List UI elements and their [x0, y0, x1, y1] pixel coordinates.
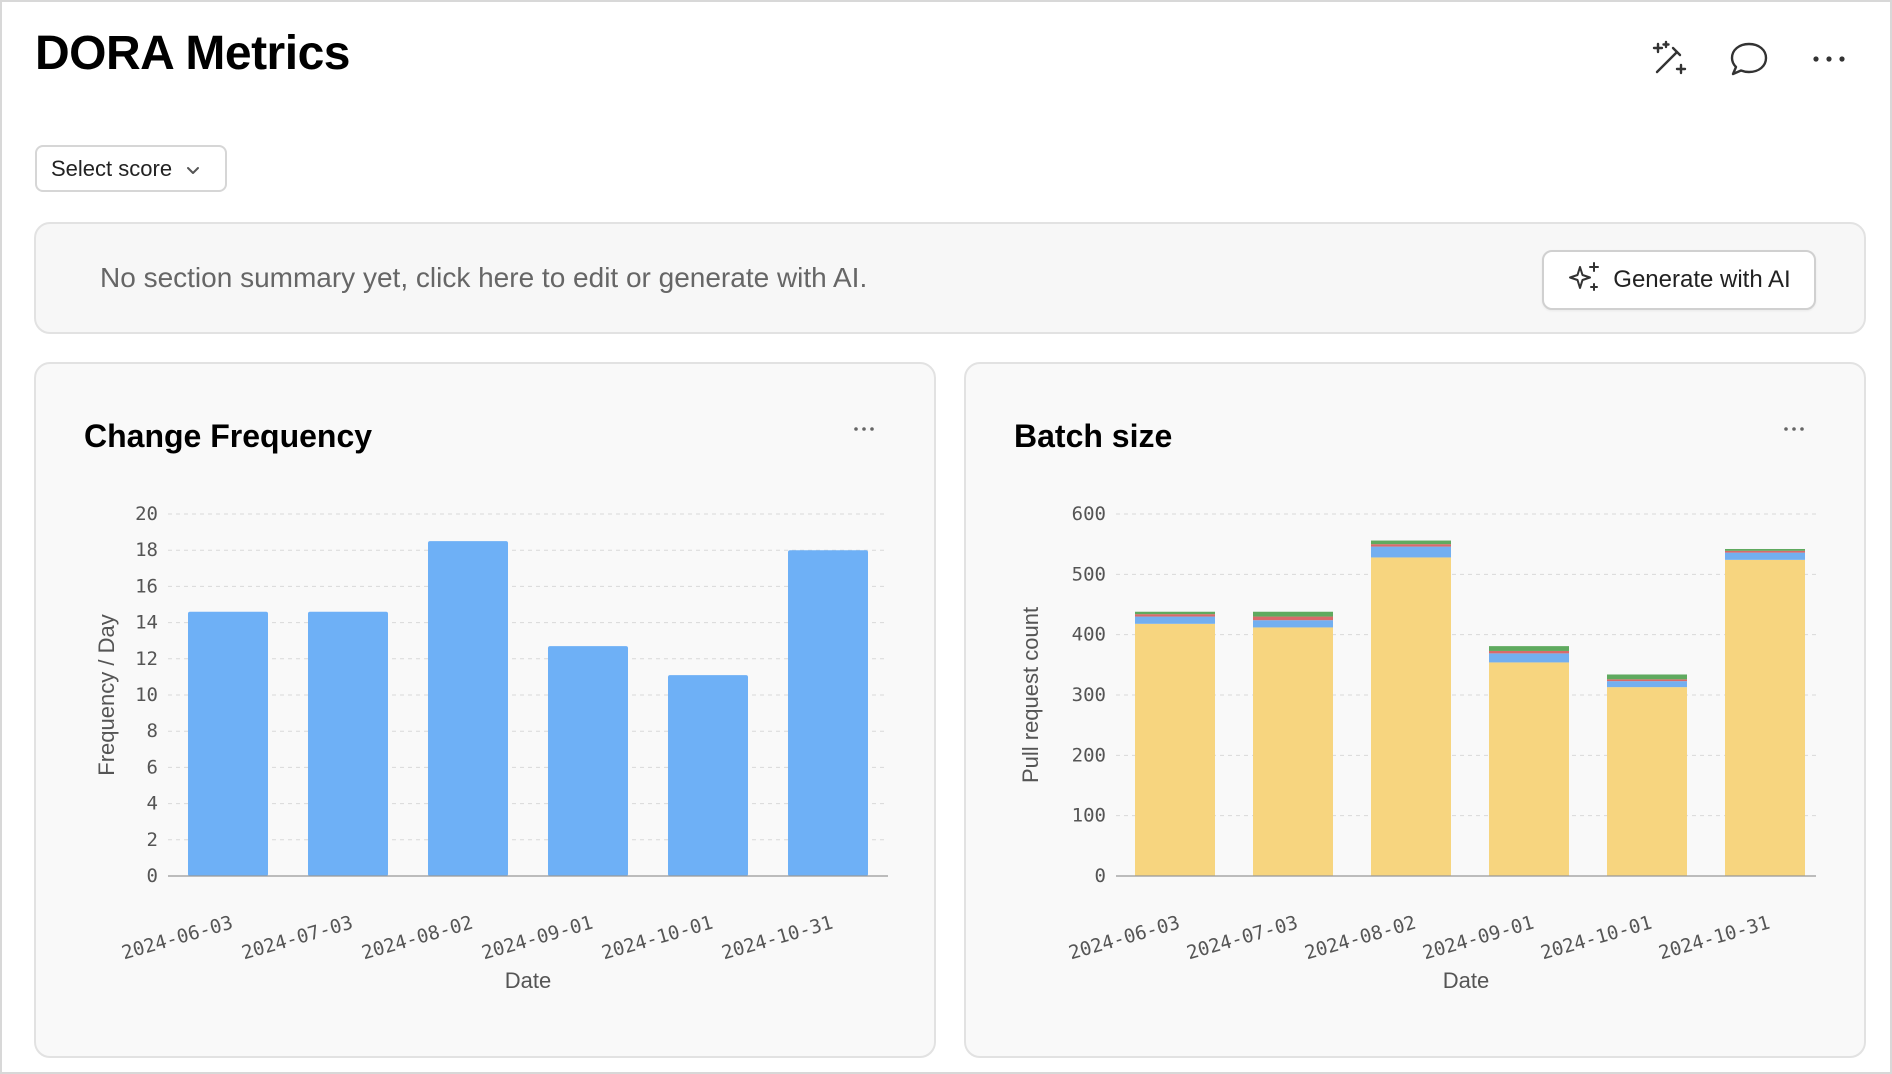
chevron-down-icon — [186, 156, 200, 182]
bar-segment[interactable] — [1253, 611, 1333, 617]
bar-segment[interactable] — [1135, 614, 1215, 617]
change-frequency-chart: 024681012141618202024-06-03 2024-07-03 202… — [94, 503, 888, 993]
batch-size-chart: 01002003004005006002024-06-03 2024-07-03 2… — [1018, 503, 1816, 993]
change-frequency-card: Change Frequency 0 2 4 6 8 10 12 14 16 18 20 2024-0… — [34, 362, 936, 1058]
bar-segment[interactable] — [1607, 687, 1687, 876]
x-tick-label: 2024-10-01 — [1538, 912, 1654, 965]
bar-segment[interactable] — [1135, 611, 1215, 615]
bar-segment[interactable] — [1371, 546, 1451, 558]
bar-segment[interactable] — [1489, 646, 1569, 651]
x-tick-label: 2024-09-01 — [479, 912, 595, 965]
section-summary[interactable]: No section summary yet, click here to ed… — [34, 222, 1866, 334]
bar-segment[interactable] — [1253, 620, 1333, 628]
y-tick-label: 400 — [1072, 624, 1106, 646]
select-score-dropdown[interactable]: Select score — [35, 145, 227, 192]
bar[interactable] — [668, 675, 748, 876]
x-axis-title: Date — [505, 968, 551, 993]
y-tick-label: 500 — [1072, 563, 1106, 585]
bar[interactable] — [788, 550, 868, 876]
bar[interactable] — [548, 646, 628, 876]
x-tick-label: 2024-06-03 — [1066, 912, 1182, 965]
bar-segment[interactable] — [1489, 650, 1569, 654]
x-tick-label: 2024-07-03 — [239, 912, 355, 965]
bar-segment[interactable] — [1725, 552, 1805, 560]
generate-with-ai-label: Generate with AI — [1613, 266, 1791, 293]
bar-segment[interactable] — [1725, 548, 1805, 551]
bar-segment[interactable] — [1371, 540, 1451, 545]
x-tick-label: 2024-09-01 — [1420, 912, 1536, 965]
bar-segment[interactable] — [1135, 616, 1215, 624]
x-tick-label: 2024-08-02 — [1302, 912, 1418, 965]
y-axis-title: Pull request count — [1018, 607, 1043, 783]
bar-segment[interactable] — [1489, 653, 1569, 663]
y-tick-label: 600 — [1072, 503, 1106, 525]
bar-segment[interactable] — [1371, 544, 1451, 547]
y-tick-label: 16 — [135, 575, 158, 597]
y-tick-label: 300 — [1072, 684, 1106, 706]
page-title: DORA Metrics — [35, 27, 350, 80]
bar-segment[interactable] — [1607, 681, 1687, 688]
bar[interactable] — [308, 611, 388, 876]
bar[interactable] — [428, 541, 508, 876]
y-tick-label: 10 — [135, 684, 158, 706]
bar-segment[interactable] — [1371, 557, 1451, 876]
x-tick-label: 2024-08-02 — [359, 912, 475, 965]
bar[interactable] — [188, 611, 268, 876]
bar-segment[interactable] — [1253, 616, 1333, 621]
y-tick-label: 200 — [1072, 744, 1106, 766]
y-tick-label: 0 — [147, 865, 158, 887]
y-tick-label: 8 — [147, 720, 158, 742]
summary-placeholder-text[interactable]: No section summary yet, click here to ed… — [100, 262, 867, 294]
x-tick-label: 2024-10-31 — [1656, 912, 1772, 965]
bar-segment[interactable] — [1135, 623, 1215, 876]
x-tick-label: 2024-10-01 — [599, 912, 715, 965]
batch-size-card: Batch size 0 100 200 300 400 500 600 2024-06-03… — [964, 362, 1866, 1058]
magic-wand-icon[interactable] — [1646, 36, 1692, 82]
more-horizontal-icon[interactable] — [1806, 36, 1852, 82]
generate-with-ai-button[interactable]: Generate with AI — [1542, 250, 1816, 310]
select-score-label: Select score — [51, 155, 173, 181]
comment-icon[interactable] — [1726, 36, 1772, 82]
bar-segment[interactable] — [1489, 662, 1569, 876]
y-tick-label: 20 — [135, 503, 158, 525]
x-tick-label: 2024-10-31 — [719, 912, 835, 965]
y-tick-label: 100 — [1072, 805, 1106, 827]
bar-segment[interactable] — [1607, 679, 1687, 682]
y-tick-label: 12 — [135, 648, 158, 670]
y-tick-label: 0 — [1095, 865, 1106, 887]
y-tick-label: 14 — [135, 612, 158, 634]
sparkle-icon — [1567, 260, 1601, 301]
y-tick-label: 6 — [147, 756, 158, 778]
bar-segment[interactable] — [1725, 559, 1805, 876]
y-tick-label: 4 — [147, 793, 158, 815]
bar-segment[interactable] — [1253, 627, 1333, 876]
bar-segment[interactable] — [1725, 550, 1805, 553]
y-tick-label: 2 — [147, 829, 158, 851]
bar-segment[interactable] — [1607, 674, 1687, 680]
y-tick-label: 18 — [135, 539, 158, 561]
x-axis-title: Date — [1443, 968, 1489, 993]
y-axis-title: Frequency / Day — [94, 614, 119, 775]
top-actions — [1646, 36, 1852, 82]
x-tick-label: 2024-06-03 — [119, 912, 235, 965]
x-tick-label: 2024-07-03 — [1184, 912, 1300, 965]
